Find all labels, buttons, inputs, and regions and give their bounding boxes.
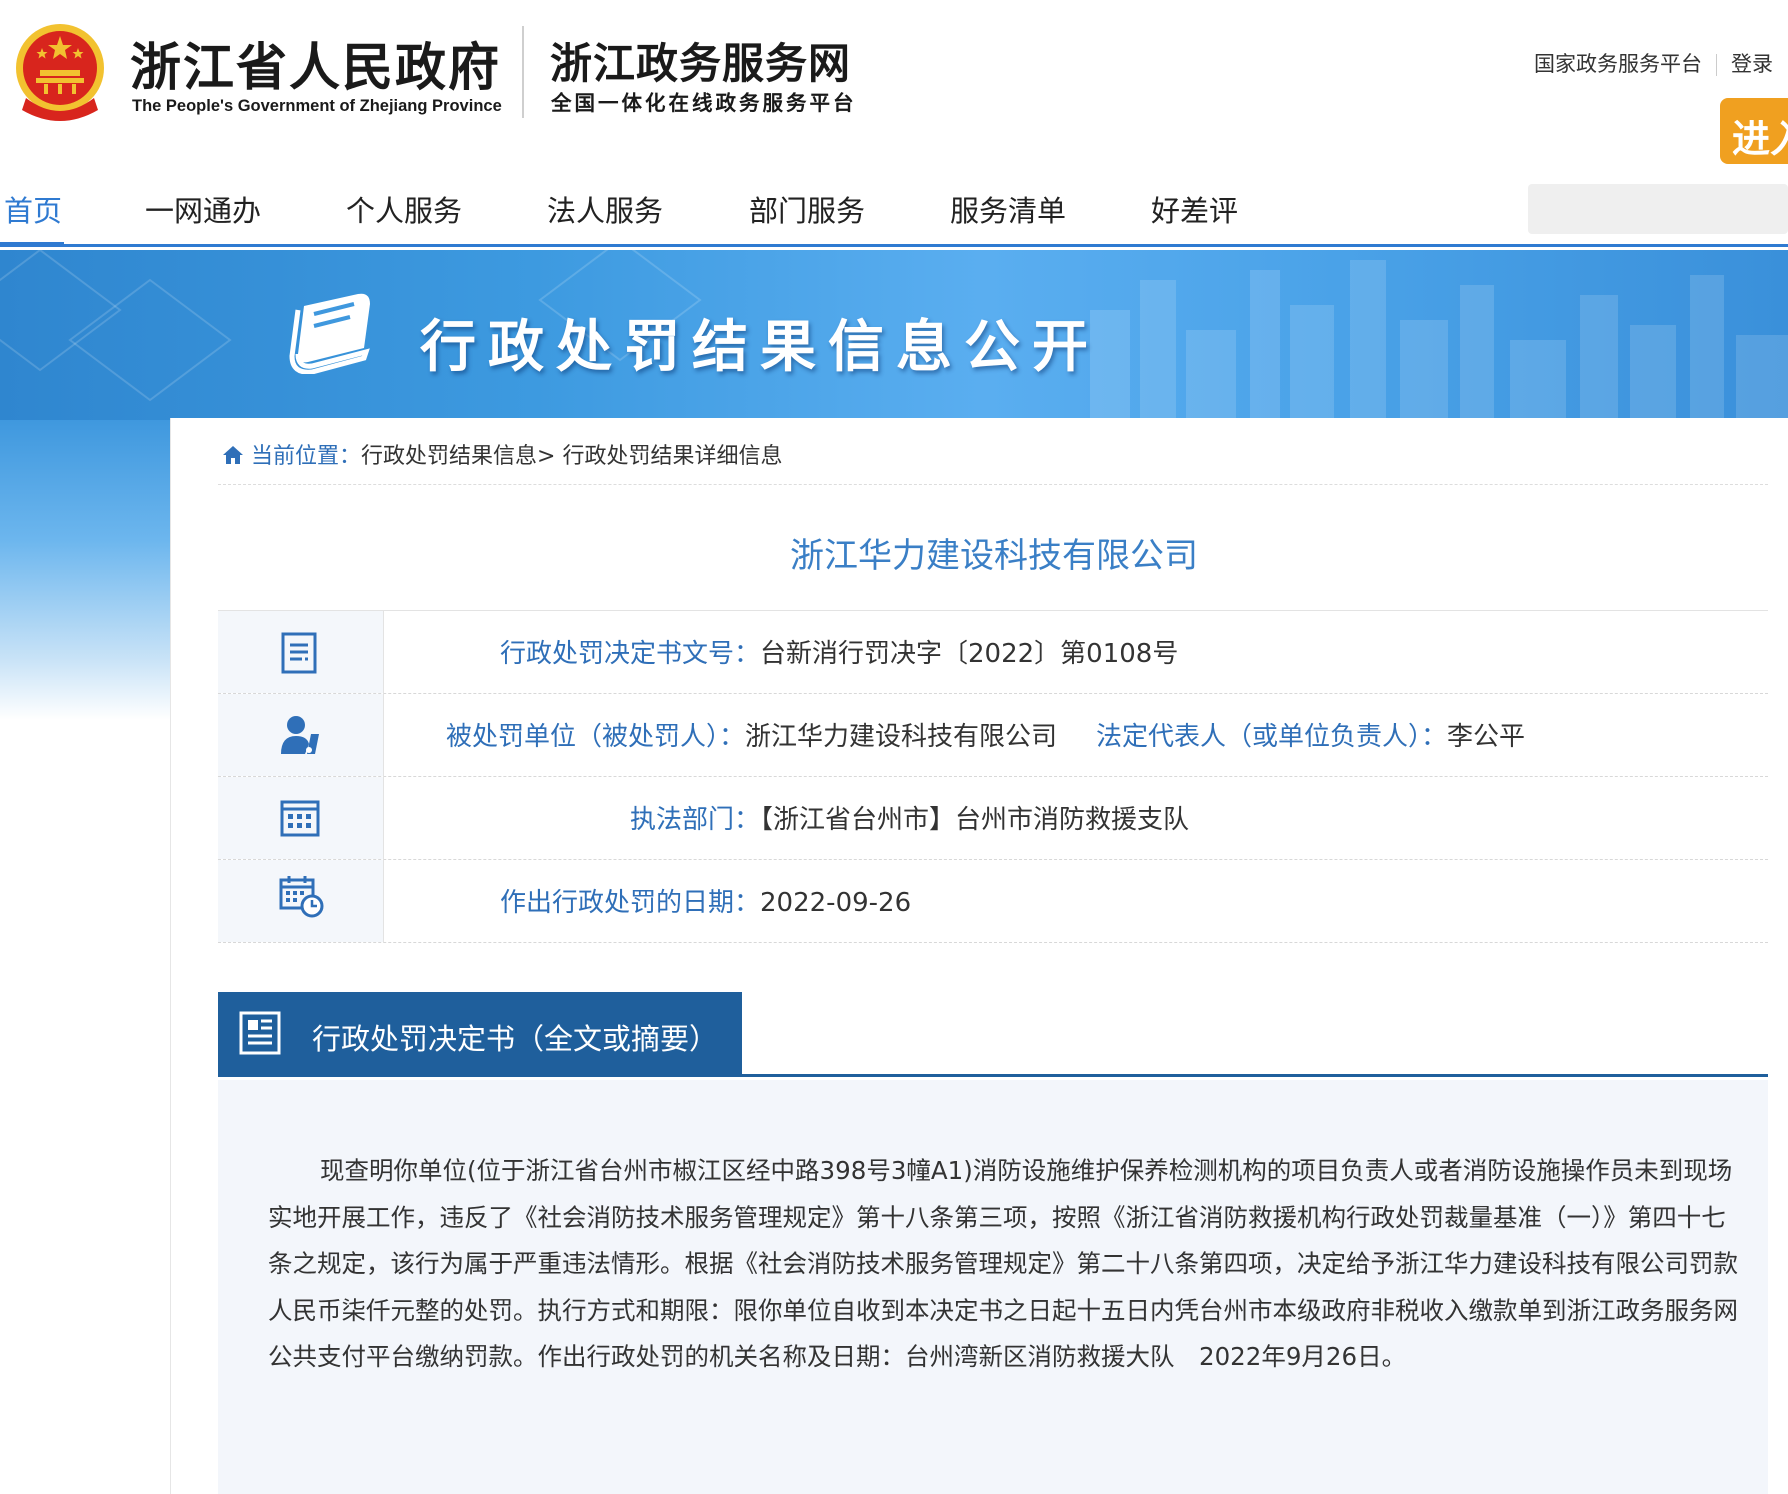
main-nav: 首页 一网通办 个人服务 法人服务 部门服务 服务清单 好差评	[0, 170, 1788, 247]
decision-text: 现查明你单位(位于浙江省台州市椒江区经中路398号3幢A1)消防设施维护保养检测…	[268, 1156, 1738, 1371]
book-icon	[289, 293, 370, 374]
department-label: 执法部门：	[630, 805, 761, 835]
date-value: 2022-09-26	[760, 888, 912, 918]
department-field: 执法部门：【浙江省台州市】台州市消防救援支队	[630, 799, 1189, 836]
calendar-clock-icon	[279, 876, 324, 918]
info-row-date: 作出行政处罚的日期：2022-09-26	[218, 860, 1768, 943]
decision-no-label: 行政处罚决定书文号：	[500, 639, 761, 669]
section-title: 行政处罚决定书（全文或摘要）	[312, 1022, 719, 1056]
date-label: 作出行政处罚的日期：	[500, 888, 761, 918]
party-value: 浙江华力建设科技有限公司	[745, 722, 1058, 752]
national-platform-link[interactable]: 国家政务服务平台	[1534, 52, 1702, 76]
section-header: 行政处罚决定书（全文或摘要）	[218, 992, 1768, 1077]
info-icon-cell	[218, 777, 384, 859]
nav-item-evaluation[interactable]: 好差评	[1151, 188, 1238, 230]
page-banner: 行政处罚结果信息公开	[0, 250, 1788, 420]
party-label: 被处罚单位（被处罚人）：	[446, 722, 746, 752]
nav-item-service-list[interactable]: 服务清单	[950, 188, 1066, 230]
search-input[interactable]	[1528, 184, 1788, 234]
breadcrumb-item-detail: 行政处罚结果详细信息	[562, 444, 783, 469]
home-icon[interactable]	[222, 445, 244, 465]
nav-item-department[interactable]: 部门服务	[749, 188, 865, 230]
section-body: 现查明你单位(位于浙江省台州市椒江区经中路398号3幢A1)消防设施维护保养检测…	[218, 1080, 1768, 1494]
service-site-subtitle: 全国一体化在线政务服务平台	[551, 91, 857, 115]
service-site-title[interactable]: 浙江政务服务网	[550, 30, 851, 91]
info-row-department: 执法部门：【浙江省台州市】台州市消防救援支队	[218, 777, 1768, 860]
building-icon	[280, 800, 320, 837]
info-row-party: 被处罚单位（被处罚人）：浙江华力建设科技有限公司 法定代表人（或单位负责人）：李…	[218, 694, 1768, 777]
page-title: 浙江华力建设科技有限公司	[790, 536, 1198, 576]
party-field: 被处罚单位（被处罚人）：浙江华力建设科技有限公司 法定代表人（或单位负责人）：李…	[446, 716, 1525, 753]
header-divider	[522, 26, 524, 118]
government-subtitle: The People's Government of Zhejiang Prov…	[132, 97, 502, 115]
breadcrumb-arrow: >	[537, 444, 556, 469]
decision-no-field: 行政处罚决定书文号：台新消行罚决字〔2022〕第0108号	[500, 633, 1178, 670]
info-icon-cell	[218, 694, 384, 776]
info-icon-cell	[218, 611, 384, 693]
breadcrumb-item-list[interactable]: 行政处罚结果信息	[361, 444, 537, 469]
nav-item-personal[interactable]: 个人服务	[346, 188, 462, 230]
legal-rep-value: 李公平	[1447, 722, 1526, 752]
enter-button[interactable]: 进入	[1720, 98, 1788, 164]
breadcrumb-divider	[218, 484, 1768, 485]
legal-rep-label: 法定代表人（或单位负责人）：	[1096, 722, 1448, 752]
document-icon	[281, 632, 317, 674]
nav-active-indicator	[0, 242, 64, 247]
site-header: 浙江省人民政府 The People's Government of Zheji…	[0, 0, 1788, 164]
banner-title: 行政处罚结果信息公开	[420, 314, 1100, 380]
decision-no-value: 台新消行罚决字〔2022〕第0108号	[760, 639, 1179, 669]
section-tab: 行政处罚决定书（全文或摘要）	[218, 992, 742, 1077]
nav-item-legal-entity[interactable]: 法人服务	[547, 188, 663, 230]
login-link[interactable]: 登录	[1731, 52, 1773, 76]
nav-item-one-stop[interactable]: 一网通办	[145, 188, 261, 230]
breadcrumb-colon: ：	[339, 444, 362, 469]
breadcrumb-current-label: 当前位置	[251, 444, 340, 469]
national-emblem-icon	[12, 20, 108, 122]
date-field: 作出行政处罚的日期：2022-09-26	[500, 882, 911, 919]
nav-item-home[interactable]: 首页	[4, 188, 62, 230]
government-title: 浙江省人民政府	[130, 38, 502, 98]
info-icon-cell	[218, 860, 384, 942]
person-icon	[281, 716, 319, 754]
info-table: 行政处罚决定书文号：台新消行罚决字〔2022〕第0108号 被处罚单位（被处罚人…	[218, 610, 1768, 943]
info-row-decision-no: 行政处罚决定书文号：台新消行罚决字〔2022〕第0108号	[218, 611, 1768, 694]
link-separator	[1716, 54, 1717, 76]
left-decoration	[0, 420, 170, 720]
breadcrumb: 当前位置：行政处罚结果信息> 行政处罚结果详细信息	[222, 438, 783, 470]
top-links: 国家政务服务平台 登录	[1534, 48, 1773, 78]
form-icon	[239, 1011, 281, 1055]
department-value: 【浙江省台州市】台州市消防救援支队	[760, 805, 1190, 835]
